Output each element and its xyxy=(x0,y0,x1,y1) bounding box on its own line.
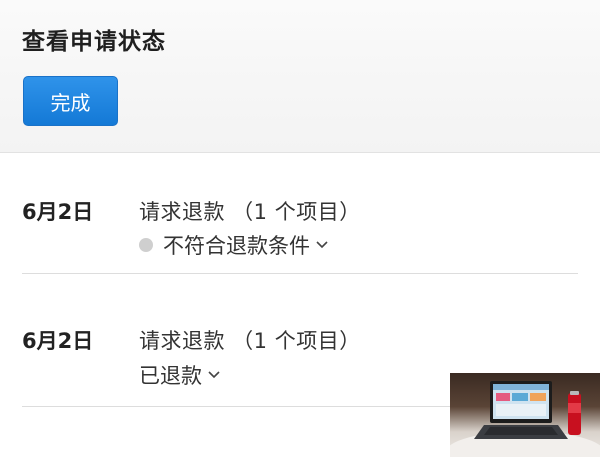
laptop-photo xyxy=(450,381,600,457)
page-title: 查看申请状态 xyxy=(22,29,166,55)
chevron-down-icon xyxy=(208,371,220,379)
gray-dot-icon xyxy=(139,238,153,252)
request-title: 请求退款 （1 个项目） xyxy=(139,329,361,353)
request-date: 6月2日 xyxy=(22,200,94,224)
request-status: 已退款 xyxy=(139,364,202,388)
request-status-toggle[interactable]: 已退款 xyxy=(139,360,220,390)
request-status: 不符合退款条件 xyxy=(163,234,310,258)
laptop-photo-thumbnail xyxy=(450,373,600,457)
request-title: 请求退款 （1 个项目） xyxy=(139,200,361,224)
refund-status-page: 查看申请状态 完成 6月2日 请求退款 （1 个项目） 不符合退款条件 6月2日… xyxy=(0,0,600,457)
header: 查看申请状态 完成 xyxy=(0,0,600,153)
request-status-toggle[interactable]: 不符合退款条件 xyxy=(139,230,328,260)
request-date: 6月2日 xyxy=(22,329,94,353)
chevron-down-icon xyxy=(316,241,328,249)
request-row: 6月2日 请求退款 （1 个项目） 不符合退款条件 xyxy=(22,152,578,274)
done-button[interactable]: 完成 xyxy=(23,76,118,126)
